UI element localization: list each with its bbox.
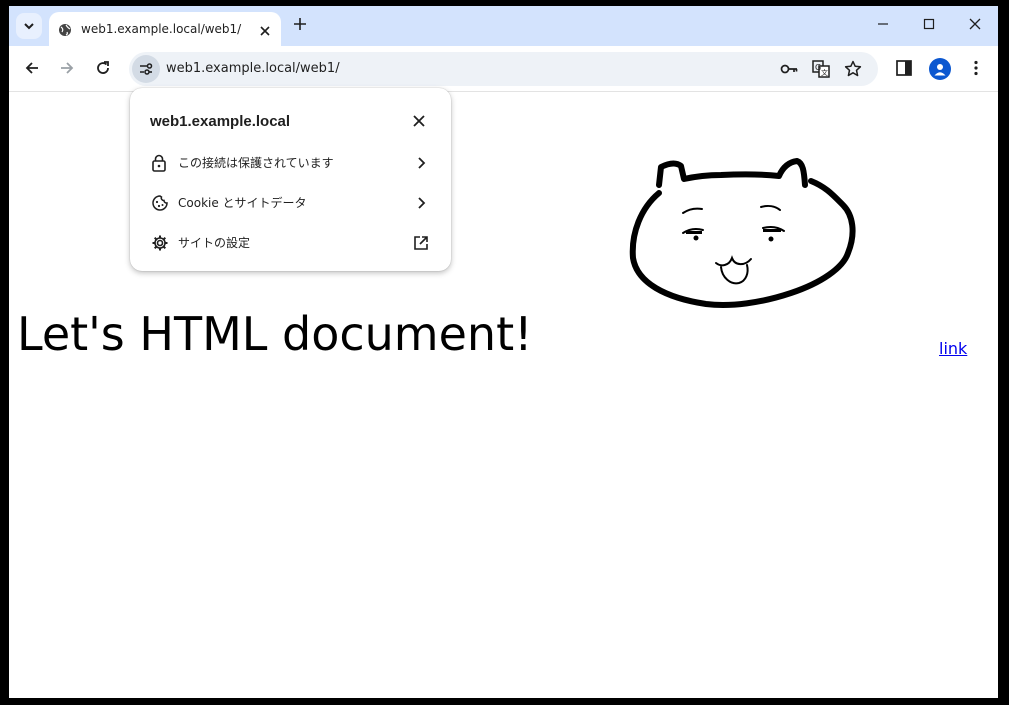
- maximize-icon[interactable]: [921, 16, 937, 36]
- open-external-icon: [413, 235, 429, 255]
- minimize-icon[interactable]: [875, 16, 891, 36]
- lock-icon: [151, 154, 167, 176]
- more-menu-icon[interactable]: [967, 59, 985, 81]
- page-link[interactable]: link: [939, 339, 967, 358]
- profile-avatar[interactable]: [929, 58, 951, 80]
- reload-icon[interactable]: [94, 59, 112, 81]
- site-settings-item[interactable]: サイトの設定: [130, 222, 451, 262]
- side-panel-icon[interactable]: [895, 59, 913, 81]
- site-settings-label: サイトの設定: [178, 236, 251, 250]
- person-icon: [934, 64, 946, 76]
- connection-secure-label: この接続は保護されています: [178, 156, 334, 170]
- globe-icon: [58, 22, 72, 41]
- close-window-icon[interactable]: [967, 16, 983, 36]
- cookies-item[interactable]: Cookie とサイトデータ: [130, 182, 451, 222]
- close-icon[interactable]: [412, 113, 426, 132]
- back-icon[interactable]: [23, 59, 41, 81]
- cookie-icon: [151, 194, 169, 216]
- page-heading: Let's HTML document!: [17, 307, 533, 361]
- forward-icon[interactable]: [58, 59, 76, 81]
- cat-drawing: [629, 158, 856, 308]
- cookies-label: Cookie とサイトデータ: [178, 196, 307, 210]
- key-icon[interactable]: [779, 60, 799, 82]
- browser-window: web1.example.local/web1/ web1.example.lo…: [9, 6, 998, 698]
- chevron-right-icon: [415, 155, 427, 174]
- bookmark-star-icon[interactable]: [844, 60, 862, 82]
- tab-title: web1.example.local/web1/: [81, 22, 242, 36]
- popup-title: web1.example.local: [150, 113, 291, 130]
- tune-icon: [140, 63, 153, 75]
- address-bar[interactable]: web1.example.local/web1/ G文: [129, 52, 878, 86]
- svg-text:文: 文: [821, 68, 828, 77]
- chevron-right-icon: [415, 195, 427, 214]
- active-tab[interactable]: web1.example.local/web1/: [49, 12, 281, 46]
- translate-icon[interactable]: G文: [812, 60, 830, 82]
- chevron-down-icon: [24, 23, 34, 30]
- tab-search-button[interactable]: [16, 13, 42, 39]
- close-tab-icon[interactable]: [259, 22, 271, 41]
- tab-strip: web1.example.local/web1/: [9, 6, 998, 46]
- new-tab-icon[interactable]: [292, 16, 308, 36]
- toolbar: web1.example.local/web1/ G文: [9, 46, 998, 92]
- site-info-button[interactable]: [132, 55, 160, 83]
- gear-icon: [151, 234, 169, 256]
- connection-secure-item[interactable]: この接続は保護されています: [130, 142, 451, 182]
- site-info-popup: web1.example.local この接続は保護されています Cookie …: [130, 88, 451, 271]
- url-text: web1.example.local/web1/: [166, 61, 340, 76]
